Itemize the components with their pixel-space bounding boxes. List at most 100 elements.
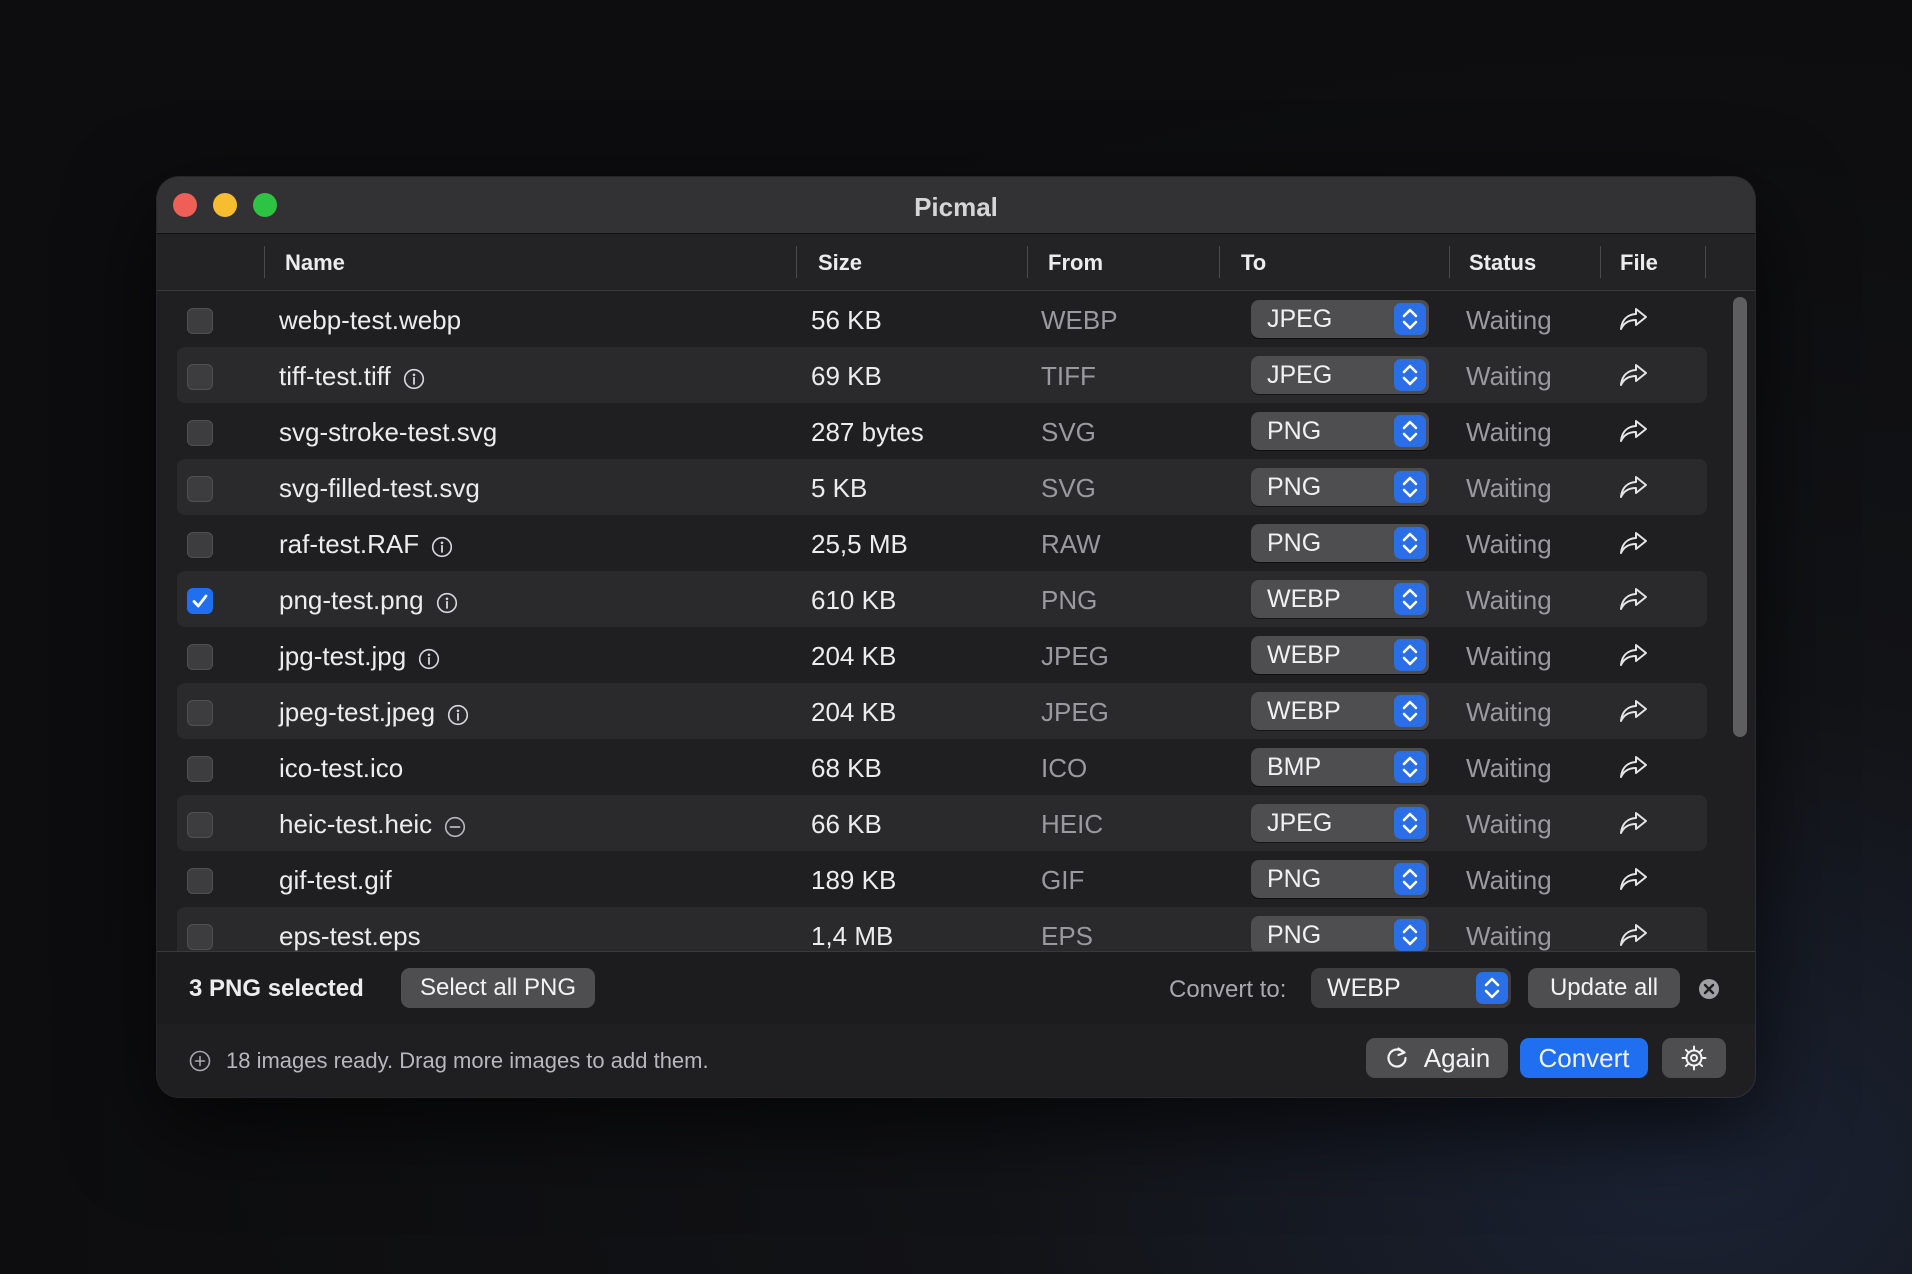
share-arrow-icon[interactable] xyxy=(1617,639,1651,671)
table-row[interactable]: svg-stroke-test.svg 287 bytes SVG PNG Waitin… xyxy=(177,403,1707,459)
again-button[interactable]: Again xyxy=(1366,1038,1508,1078)
settings-button[interactable] xyxy=(1662,1038,1726,1078)
column-header-from[interactable]: From xyxy=(1048,250,1103,276)
file-name-cell: tiff-test.tiff xyxy=(279,361,425,392)
share-arrow-icon[interactable] xyxy=(1617,863,1651,895)
column-separator[interactable] xyxy=(1600,246,1601,278)
table-row[interactable]: tiff-test.tiff 69 KB TIFF JPEG Waiting xyxy=(177,347,1707,403)
target-format-select[interactable]: JPEG xyxy=(1251,804,1429,842)
file-name-cell: jpeg-test.jpeg xyxy=(279,697,469,728)
row-checkbox[interactable] xyxy=(187,476,213,502)
convert-to-select[interactable]: WEBP xyxy=(1311,968,1511,1008)
minus-circle-icon[interactable] xyxy=(444,814,466,837)
share-arrow-icon[interactable] xyxy=(1617,919,1651,951)
file-name-cell: jpg-test.jpg xyxy=(279,641,440,672)
row-checkbox[interactable] xyxy=(187,924,213,950)
file-name-cell: eps-test.eps xyxy=(279,921,421,951)
up-down-chevron-icon xyxy=(1394,583,1426,615)
file-list[interactable]: webp-test.webp 56 KB WEBP JPEG Waiting tiff-t… xyxy=(157,291,1755,951)
info-circle-icon[interactable] xyxy=(403,366,425,389)
table-row[interactable]: png-test.png 610 KB PNG WEBP Waiting xyxy=(177,571,1707,627)
file-name: eps-test.eps xyxy=(279,921,421,951)
row-checkbox[interactable] xyxy=(187,700,213,726)
table-row[interactable]: gif-test.gif 189 KB GIF PNG Waiting xyxy=(177,851,1707,907)
table-row[interactable]: raf-test.RAF 25,5 MB RAW PNG Waiting xyxy=(177,515,1707,571)
share-arrow-icon[interactable] xyxy=(1617,471,1651,503)
share-arrow-icon[interactable] xyxy=(1617,751,1651,783)
target-format-select[interactable]: WEBP xyxy=(1251,636,1429,674)
file-size: 69 KB xyxy=(811,361,882,391)
share-arrow-icon[interactable] xyxy=(1617,527,1651,559)
scrollbar-thumb[interactable] xyxy=(1733,297,1747,737)
target-format-select[interactable]: PNG xyxy=(1251,468,1429,506)
row-checkbox[interactable] xyxy=(187,812,213,838)
row-checkbox[interactable] xyxy=(187,532,213,558)
source-format: TIFF xyxy=(1041,361,1096,391)
row-checkbox[interactable] xyxy=(187,868,213,894)
info-circle-icon[interactable] xyxy=(447,702,469,725)
column-separator[interactable] xyxy=(1449,246,1450,278)
row-checkbox[interactable] xyxy=(187,364,213,390)
column-header-size[interactable]: Size xyxy=(818,250,862,276)
share-arrow-icon[interactable] xyxy=(1617,807,1651,839)
status-text: Waiting xyxy=(1466,585,1552,615)
column-header-status[interactable]: Status xyxy=(1469,250,1536,276)
info-circle-icon[interactable] xyxy=(418,646,440,669)
share-arrow-icon[interactable] xyxy=(1617,695,1651,727)
update-all-button[interactable]: Update all xyxy=(1528,968,1680,1008)
column-header-file[interactable]: File xyxy=(1620,250,1658,276)
target-format-select[interactable]: PNG xyxy=(1251,412,1429,450)
column-separator[interactable] xyxy=(796,246,797,278)
column-separator[interactable] xyxy=(264,246,265,278)
up-down-chevron-icon xyxy=(1394,359,1426,391)
share-arrow-icon[interactable] xyxy=(1617,583,1651,615)
target-format-value: WEBP xyxy=(1267,641,1341,669)
table-row[interactable]: svg-filled-test.svg 5 KB SVG PNG Waiting xyxy=(177,459,1707,515)
up-down-chevron-icon xyxy=(1476,972,1508,1004)
file-name: raf-test.RAF xyxy=(279,529,420,559)
table-row[interactable]: webp-test.webp 56 KB WEBP JPEG Waiting xyxy=(177,291,1707,347)
target-format-select[interactable]: PNG xyxy=(1251,916,1429,951)
table-row[interactable]: ico-test.ico 68 KB ICO BMP Waiting xyxy=(177,739,1707,795)
column-header-to[interactable]: To xyxy=(1241,250,1266,276)
target-format-select[interactable]: PNG xyxy=(1251,860,1429,898)
info-circle-icon[interactable] xyxy=(436,590,458,613)
source-format: RAW xyxy=(1041,529,1101,559)
row-checkbox[interactable] xyxy=(187,644,213,670)
status-text: Waiting xyxy=(1466,865,1552,895)
target-format-select[interactable]: JPEG xyxy=(1251,300,1429,338)
table-row[interactable]: heic-test.heic 66 KB HEIC JPEG Waiting xyxy=(177,795,1707,851)
table-row[interactable]: jpeg-test.jpeg 204 KB JPEG WEBP Waiting xyxy=(177,683,1707,739)
title-bar[interactable]: Picmal xyxy=(157,177,1755,234)
column-separator[interactable] xyxy=(1219,246,1220,278)
target-format-select[interactable]: WEBP xyxy=(1251,692,1429,730)
row-checkbox[interactable] xyxy=(187,756,213,782)
column-header-name[interactable]: Name xyxy=(285,250,345,276)
row-checkbox[interactable] xyxy=(187,308,213,334)
source-format: SVG xyxy=(1041,473,1096,503)
file-size: 5 KB xyxy=(811,473,868,503)
clear-circle-icon[interactable] xyxy=(1698,978,1720,1000)
up-down-chevron-icon xyxy=(1394,751,1426,783)
share-arrow-icon[interactable] xyxy=(1617,415,1651,447)
file-name: jpeg-test.jpeg xyxy=(279,697,436,727)
row-checkbox[interactable] xyxy=(187,588,213,614)
target-format-select[interactable]: BMP xyxy=(1251,748,1429,786)
up-down-chevron-icon xyxy=(1394,807,1426,839)
column-separator[interactable] xyxy=(1705,246,1706,278)
column-separator[interactable] xyxy=(1027,246,1028,278)
target-format-select[interactable]: PNG xyxy=(1251,524,1429,562)
row-checkbox[interactable] xyxy=(187,420,213,446)
plus-circle-icon[interactable] xyxy=(189,1050,211,1072)
share-arrow-icon[interactable] xyxy=(1617,359,1651,391)
target-format-select[interactable]: WEBP xyxy=(1251,580,1429,618)
share-arrow-icon[interactable] xyxy=(1617,303,1651,335)
file-name: webp-test.webp xyxy=(279,305,462,335)
select-all-png-button[interactable]: Select all PNG xyxy=(401,968,595,1008)
target-format-value: JPEG xyxy=(1267,305,1333,333)
convert-button[interactable]: Convert xyxy=(1520,1038,1648,1078)
table-row[interactable]: jpg-test.jpg 204 KB JPEG WEBP Waiting xyxy=(177,627,1707,683)
table-row[interactable]: eps-test.eps 1,4 MB EPS PNG Waiting xyxy=(177,907,1707,951)
target-format-select[interactable]: JPEG xyxy=(1251,356,1429,394)
info-circle-icon[interactable] xyxy=(431,534,453,557)
